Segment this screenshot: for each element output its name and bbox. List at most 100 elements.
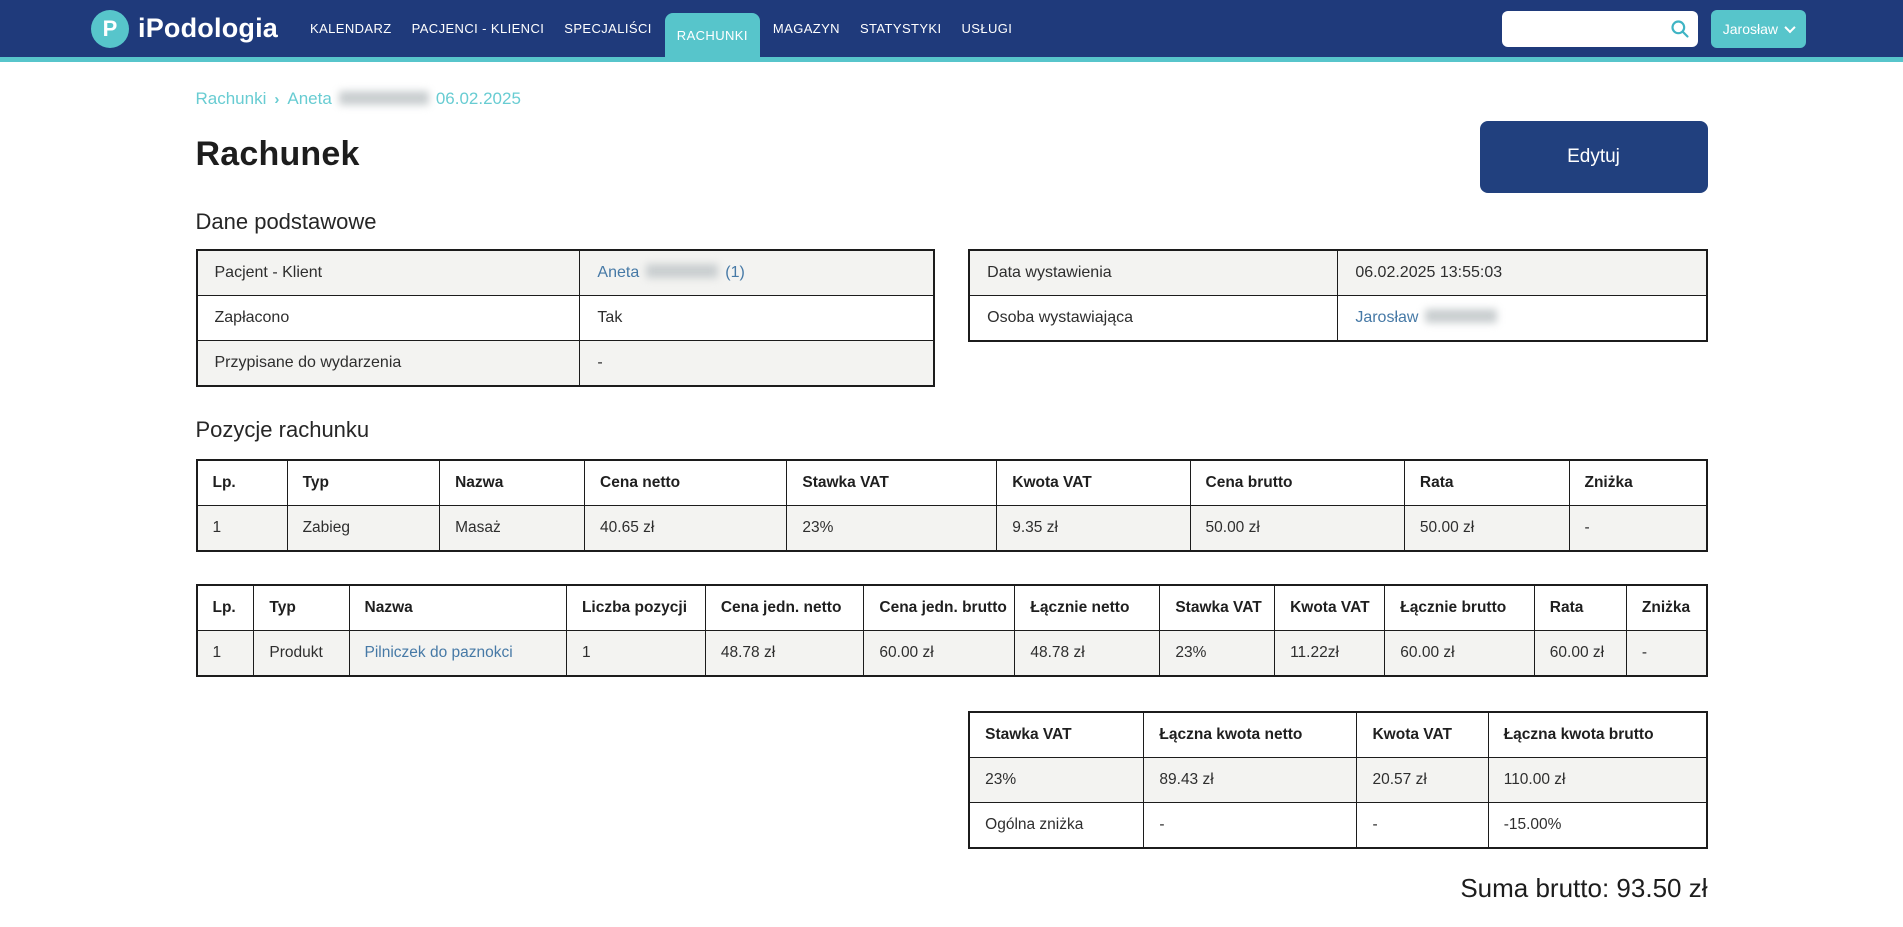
cell-cena-netto: 40.65 zł [585,506,787,552]
cell-cena-jedn-brutto: 60.00 zł [864,631,1015,677]
accent-divider [0,57,1903,62]
column-header: Stawka VAT [787,460,997,506]
basic-info-label: Data wystawienia [969,250,1338,296]
cell-laczna-brutto: -15.00% [1488,803,1706,849]
main-nav: KALENDARZ PACJENCI - KLIENCI SPECJALIŚCI… [300,0,1022,57]
basic-info-value: Jarosław [1338,296,1707,342]
nav-item-kalendarz[interactable]: KALENDARZ [303,0,399,57]
column-header: Kwota VAT [1275,585,1385,631]
cell-cena-jedn-netto: 48.78 zł [705,631,864,677]
cell-znizka: - [1626,631,1706,677]
issuer-link[interactable]: Jarosław [1355,309,1504,326]
nav-item-statystyki[interactable]: STATYSTYKI [853,0,949,57]
page-title: Rachunek [196,121,360,174]
column-header: Cena jedn. brutto [864,585,1015,631]
nav-item-rachunki[interactable]: RACHUNKI [665,13,760,57]
cell-laczna-brutto: 110.00 zł [1488,758,1706,803]
product-link[interactable]: Pilniczek do paznokci [365,644,513,661]
table-row: Ogólna zniżka - - -15.00% [969,803,1706,849]
cell-laczna-netto: 89.43 zł [1144,758,1357,803]
section-heading-basic-info: Dane podstawowe [196,209,1708,235]
nav-item-uslugi[interactable]: USŁUGI [955,0,1020,57]
cell-kwota-vat: 9.35 zł [997,506,1190,552]
user-name: Jarosław [1723,21,1778,37]
cell-laczna-netto: - [1144,803,1357,849]
basic-info-value: Tak [580,296,934,341]
table-header-row: Stawka VAT Łączna kwota netto Kwota VAT … [969,712,1706,758]
table-row: 23% 89.43 zł 20.57 zł 110.00 zł [969,758,1706,803]
app-logo[interactable]: P iPodologia [91,10,278,48]
nav-item-specjalisci[interactable]: SPECJALIŚCI [557,0,659,57]
breadcrumb-rachunki-link[interactable]: Rachunki [196,89,267,109]
edit-button[interactable]: Edytuj [1480,121,1708,193]
cell-kwota-vat: 11.22zł [1275,631,1385,677]
cell-rata: 50.00 zł [1404,506,1569,552]
products-table: Lp. Typ Nazwa Liczba pozycji Cena jedn. … [196,584,1708,677]
top-navbar: P iPodologia KALENDARZ PACJENCI - KLIENC… [0,0,1903,57]
chevron-down-icon [1784,21,1795,32]
table-row: 1 Produkt Pilniczek do paznokci 1 48.78 … [197,631,1707,677]
search-icon[interactable] [1670,19,1690,39]
logo-letter: P [103,16,118,42]
basic-info-value: 06.02.2025 13:55:03 [1338,250,1707,296]
column-header: Kwota VAT [1357,712,1488,758]
redacted-surname [339,91,429,105]
column-header: Cena netto [585,460,787,506]
basic-info-value: - [580,341,934,387]
basic-info-label: Pacjent - Klient [197,250,580,296]
search-box [1502,11,1698,47]
column-header: Nazwa [349,585,566,631]
cell-nazwa: Masaż [440,506,585,552]
breadcrumb: Rachunki › Aneta06.02.2025 [196,89,1708,109]
breadcrumb-patient-name: Aneta [287,89,331,108]
cell-kwota-vat: - [1357,803,1488,849]
cell-typ: Produkt [254,631,349,677]
column-header: Rata [1534,585,1626,631]
column-header: Zniżka [1569,460,1707,506]
patient-link[interactable]: Aneta(1) [597,264,744,281]
column-header: Typ [254,585,349,631]
column-header: Rata [1404,460,1569,506]
nav-item-pacjenci-klienci[interactable]: PACJENCI - KLIENCI [405,0,552,57]
cell-liczba-pozycji: 1 [566,631,705,677]
cell-stawka-vat: 23% [787,506,997,552]
section-heading-items: Pozycje rachunku [196,417,1708,443]
user-menu-button[interactable]: Jarosław [1711,10,1806,48]
table-row: Pacjent - Klient Aneta(1) [197,250,934,296]
brand-name: iPodologia [138,13,278,44]
table-row: Data wystawienia 06.02.2025 13:55:03 [969,250,1706,296]
column-header: Cena jedn. netto [705,585,864,631]
column-header: Lp. [197,460,288,506]
column-header: Cena brutto [1190,460,1404,506]
table-row: Zapłacono Tak [197,296,934,341]
basic-info-label: Osoba wystawiająca [969,296,1338,342]
table-row: 1 Zabieg Masaż 40.65 zł 23% 9.35 zł 50.0… [197,506,1707,552]
column-header: Nazwa [440,460,585,506]
basic-info-value: Aneta(1) [580,250,934,296]
column-header: Łączna kwota netto [1144,712,1357,758]
table-header-row: Lp. Typ Nazwa Cena netto Stawka VAT Kwot… [197,460,1707,506]
nav-item-magazyn[interactable]: MAGAZYN [766,0,847,57]
basic-info-table-left: Pacjent - Klient Aneta(1) Zapłacono Tak … [196,249,935,387]
redacted-surname [646,264,718,278]
breadcrumb-current-link[interactable]: Aneta 06.02.2025 [287,89,521,109]
basic-info-label: Przypisane do wydarzenia [197,341,580,387]
cell-lp: 1 [197,506,288,552]
cell-typ: Zabieg [287,506,440,552]
column-header: Typ [287,460,440,506]
table-row: Osoba wystawiająca Jarosław [969,296,1706,342]
cell-lacznie-netto: 48.78 zł [1015,631,1160,677]
breadcrumb-date: 06.02.2025 [436,89,521,108]
cell-cena-brutto: 50.00 zł [1190,506,1404,552]
cell-ogolna-znizka-label: Ogólna zniżka [969,803,1144,849]
cell-rata: 60.00 zł [1534,631,1626,677]
cell-stawka-vat: 23% [1160,631,1275,677]
cell-lp: 1 [197,631,254,677]
cell-lacznie-brutto: 60.00 zł [1385,631,1534,677]
column-header: Liczba pozycji [566,585,705,631]
basic-info-label: Zapłacono [197,296,580,341]
issuer-first-name: Jarosław [1355,309,1418,326]
column-header: Łącznie netto [1015,585,1160,631]
cell-kwota-vat: 20.57 zł [1357,758,1488,803]
search-input[interactable] [1502,11,1698,47]
